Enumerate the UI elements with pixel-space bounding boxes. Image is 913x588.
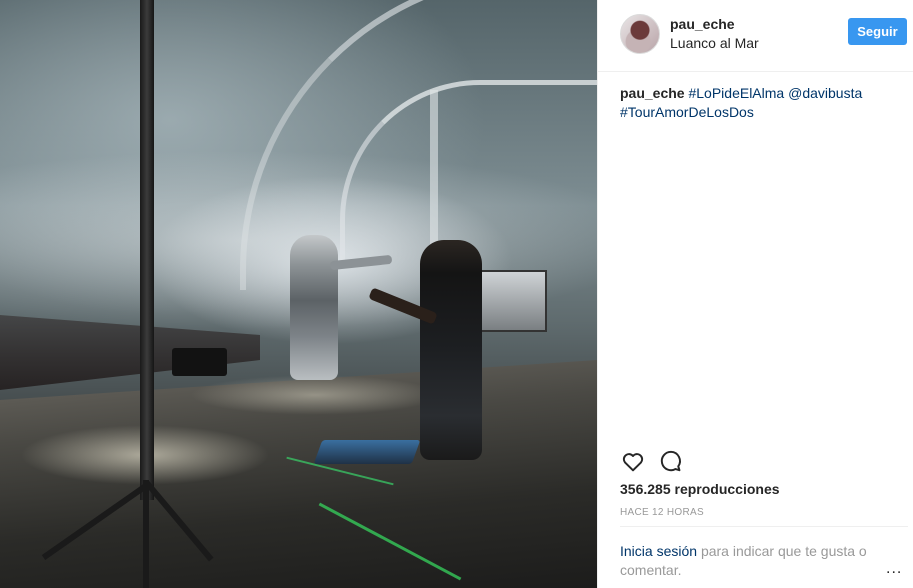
comment-icon[interactable] [658, 448, 686, 476]
action-bar [620, 448, 900, 476]
login-prompt: Inicia sesión para indicar que te gusta … [620, 542, 870, 580]
post-header: pau_eche Luanco al Mar Seguir [598, 0, 913, 72]
mention-link[interactable]: @davibusta [788, 85, 862, 101]
hashtag-link[interactable]: #TourAmorDeLosDos [620, 104, 754, 120]
view-count[interactable]: 356.285 reproducciones [620, 481, 780, 497]
caption-username[interactable]: pau_eche [620, 85, 685, 101]
post-timestamp[interactable]: HACE 12 HORAS [620, 507, 704, 518]
follow-button[interactable]: Seguir [848, 18, 907, 45]
login-link[interactable]: Inicia sesión [620, 543, 697, 559]
location-link[interactable]: Luanco al Mar [670, 35, 759, 51]
divider [620, 526, 908, 527]
hashtag-link[interactable]: #LoPideElAlma [688, 85, 784, 101]
username-link[interactable]: pau_eche [670, 16, 735, 32]
post-caption: pau_eche #LoPideElAlma @davibusta #TourA… [620, 84, 900, 122]
heart-icon[interactable] [620, 448, 648, 476]
post-side-panel: pau_eche Luanco al Mar Seguir pau_eche #… [597, 0, 913, 588]
more-options-icon[interactable]: ... [886, 561, 906, 577]
avatar[interactable] [620, 14, 660, 54]
post-video[interactable] [0, 0, 597, 588]
